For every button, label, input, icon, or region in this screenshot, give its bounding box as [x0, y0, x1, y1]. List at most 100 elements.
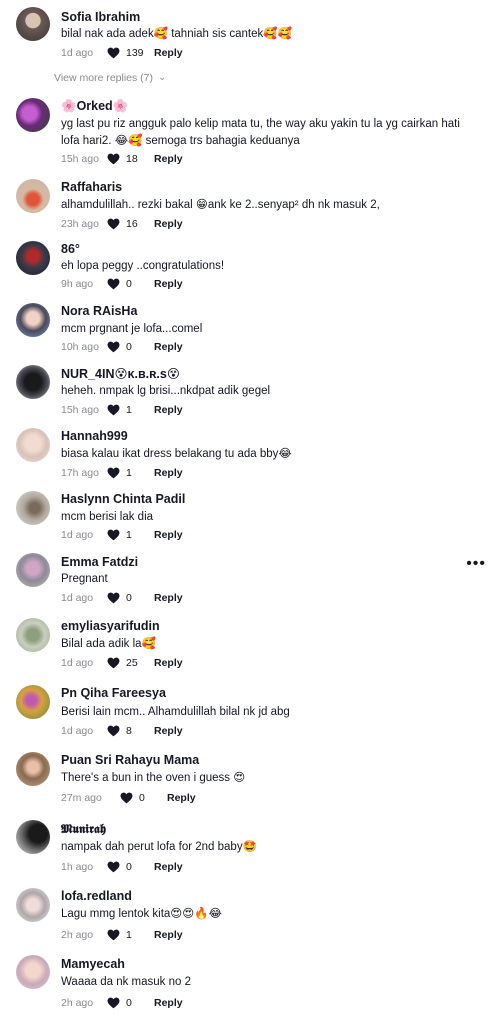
like-count: 0 [139, 792, 145, 804]
avatar[interactable] [16, 888, 50, 922]
comment-username[interactable]: 𝕸𝖚𝖓𝖎𝖗𝖆𝖍 [61, 821, 106, 837]
comment-text: mcm berisi lak dia [61, 511, 154, 523]
reply-button[interactable]: Reply [167, 792, 196, 804]
avatar[interactable] [16, 553, 50, 587]
view-more-label: View more replies (7) [54, 72, 154, 84]
heart-icon[interactable] [107, 47, 120, 59]
like-count: 1 [126, 404, 132, 416]
comment-text: eh lopa peggy ..congratulations! [61, 260, 225, 272]
chevron-down-icon: ⌄ [158, 71, 167, 83]
like-count: 1 [126, 929, 132, 941]
reply-button[interactable]: Reply [154, 404, 183, 416]
comment-meta: 27m ago 0 Reply [61, 791, 196, 805]
avatar[interactable] [16, 7, 50, 41]
comment-meta: 15h ago 18 Reply [61, 152, 183, 166]
heart-icon[interactable] [107, 592, 120, 604]
reply-button[interactable]: Reply [154, 47, 183, 59]
reply-button[interactable]: Reply [154, 278, 183, 290]
heart-icon[interactable] [107, 404, 120, 416]
comment-text: mcm prgnant je lofa...comel [61, 323, 203, 335]
reply-button[interactable]: Reply [154, 592, 183, 604]
comment-text: There's a bun in the oven i guess 😍 [61, 772, 246, 784]
reply-button[interactable]: Reply [154, 218, 183, 230]
comment-username[interactable]: lofa.redland [61, 889, 132, 903]
comment-meta: 1h ago 0 Reply [61, 860, 183, 874]
heart-icon[interactable] [107, 278, 120, 290]
more-options-button[interactable]: ••• [466, 556, 486, 572]
heart-icon[interactable] [107, 725, 120, 737]
like-count: 0 [126, 592, 132, 604]
comment-username[interactable]: 🌸Orked🌸 [61, 99, 128, 114]
heart-icon[interactable] [107, 929, 120, 941]
comment-meta: 23h ago 16 Reply [61, 217, 183, 231]
like-count: 25 [126, 657, 138, 669]
heart-icon[interactable] [107, 341, 120, 353]
avatar[interactable] [16, 179, 50, 213]
avatar[interactable] [16, 685, 50, 719]
comment-username[interactable]: Sofia Ibrahim [61, 10, 140, 24]
reply-button[interactable]: Reply [154, 929, 183, 941]
heart-icon[interactable] [107, 997, 120, 1009]
reply-button[interactable]: Reply [154, 997, 183, 1009]
comment-username[interactable]: NUR_4IN😵ᴋ.ʙ.ʀ.s😵 [61, 366, 180, 381]
like-count: 8 [126, 725, 132, 737]
avatar[interactable] [16, 241, 50, 275]
avatar[interactable] [16, 820, 50, 854]
comment-username[interactable]: Puan Sri Rahayu Mama [61, 753, 199, 767]
comment-text: biasa kalau ikat dress belakang tu ada b… [61, 448, 292, 460]
comment-text: Waaaa da nk masuk no 2 [61, 976, 191, 988]
avatar[interactable] [16, 491, 50, 525]
comment-text: Pregnant [61, 573, 108, 585]
avatar[interactable] [16, 98, 50, 132]
reply-button[interactable]: Reply [154, 341, 183, 353]
comment-username[interactable]: Haslynn Chinta Padil [61, 492, 185, 506]
heart-icon[interactable] [107, 657, 120, 669]
reply-button[interactable]: Reply [154, 657, 183, 669]
comment-time: 17h ago [61, 467, 99, 479]
heart-icon[interactable] [107, 467, 120, 479]
comment-text: alhamdulillah.. rezki bakal 😁ank ke 2..s… [61, 199, 380, 211]
comment-username[interactable]: Raffaharis [61, 180, 122, 194]
reply-button[interactable]: Reply [154, 529, 183, 541]
comment-time: 9h ago [61, 278, 94, 290]
heart-icon[interactable] [107, 529, 120, 541]
like-count: 139 [126, 47, 144, 59]
comment-meta: 15h ago 1 Reply [61, 403, 183, 417]
comment-time: 1d ago [61, 47, 94, 59]
comment-username[interactable]: Emma Fatdzi [61, 555, 138, 569]
comment-time: 1d ago [61, 529, 94, 541]
heart-icon[interactable] [120, 792, 133, 804]
reply-button[interactable]: Reply [154, 467, 183, 479]
comment-time: 23h ago [61, 218, 99, 230]
reply-button[interactable]: Reply [154, 153, 183, 165]
reply-button[interactable]: Reply [154, 725, 183, 737]
like-count: 16 [126, 218, 138, 230]
comment-meta: 1d ago 1 Reply [61, 528, 183, 542]
reply-button[interactable]: Reply [154, 861, 183, 873]
comment-text: Lagu mmg lentok kita😍😍🔥😂 [61, 908, 223, 920]
comment-time: 27m ago [61, 792, 102, 804]
comment-username[interactable]: Pn Qiha Fareesya [61, 686, 166, 700]
avatar[interactable] [16, 618, 50, 652]
avatar[interactable] [16, 752, 50, 786]
comment-text: Berisi lain mcm.. Alhamdulillah bilal nk… [61, 706, 290, 718]
avatar[interactable] [16, 365, 50, 399]
comment-username[interactable]: Nora RAisHa [61, 304, 137, 318]
avatar[interactable] [16, 428, 50, 462]
comment-username[interactable]: Mamyecah [61, 957, 125, 971]
comment-time: 2h ago [61, 997, 94, 1009]
comment-username[interactable]: emyliasyarifudin [61, 619, 160, 633]
comment-meta: 1d ago 139 Reply [61, 46, 183, 60]
view-more-replies-button[interactable]: View more replies (7) ⌄ [54, 71, 167, 85]
comment-username[interactable]: 86° [61, 242, 80, 256]
avatar[interactable] [16, 955, 50, 989]
avatar[interactable] [16, 303, 50, 337]
comment-meta: 1d ago 25 Reply [61, 656, 183, 670]
heart-icon[interactable] [107, 861, 120, 873]
heart-icon[interactable] [107, 218, 120, 230]
comment-meta: 10h ago 0 Reply [61, 340, 183, 354]
comment-username[interactable]: Hannah999 [61, 429, 128, 443]
comment-time: 10h ago [61, 341, 99, 353]
heart-icon[interactable] [107, 153, 120, 165]
comment-meta: 1d ago 8 Reply [61, 724, 183, 738]
